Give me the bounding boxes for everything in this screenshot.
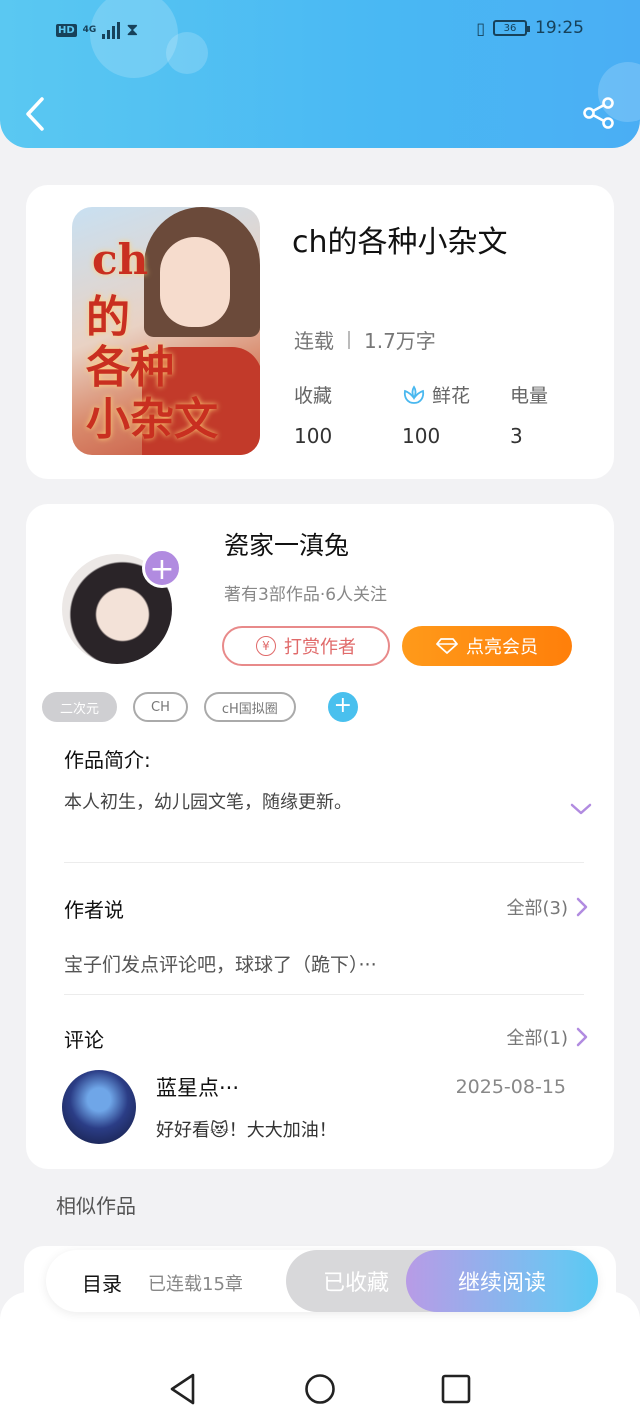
intro-title: 作品简介: bbox=[64, 748, 151, 772]
author-card: + 瓷家一滇兔 著有3部作品·6人关注 ¥ 打赏作者 点亮会员 二次元 CH c… bbox=[26, 504, 614, 1169]
nav-back-icon[interactable] bbox=[168, 1372, 198, 1406]
chevron-down-icon[interactable] bbox=[570, 802, 592, 816]
intro-text: 本人初生，幼儿园文笔，随缘更新。 bbox=[64, 792, 352, 813]
serial-status: 连载 bbox=[294, 329, 334, 353]
divider bbox=[348, 330, 350, 349]
stat-label: 电量 bbox=[510, 385, 549, 407]
tag-item[interactable]: 二次元 bbox=[42, 692, 118, 722]
hourglass-icon: ⧗ bbox=[126, 20, 139, 40]
chevron-right-icon bbox=[576, 897, 588, 917]
stat-value: 100 bbox=[294, 424, 333, 448]
commenter-name[interactable]: 蓝星点··· bbox=[156, 1072, 239, 1102]
similar-works-title: 相似作品 bbox=[56, 1194, 136, 1218]
book-stats: 收藏 100 鲜花 100 电量 3 bbox=[294, 381, 618, 448]
add-tag-icon[interactable]: + bbox=[327, 692, 358, 722]
toc-button[interactable]: 目录 bbox=[82, 1268, 122, 1297]
comments-all-link[interactable]: 全部(1) bbox=[507, 1024, 589, 1050]
flower-icon bbox=[403, 384, 425, 404]
book-info-card: ch 的 各种 小杂文 ch的各种小杂文 连载 1.7万字 收藏 100 鲜花 … bbox=[26, 185, 614, 479]
book-meta: 连载 1.7万字 bbox=[294, 325, 436, 354]
stat-flowers[interactable]: 鲜花 100 bbox=[402, 381, 510, 448]
tag-list: 二次元 CH cH国拟圈 + bbox=[42, 692, 358, 722]
comment-text[interactable]: 好好看😻！大大加油！ bbox=[156, 1116, 337, 1142]
chevron-right-icon bbox=[576, 1027, 588, 1047]
stat-value: 3 bbox=[510, 424, 523, 448]
yen-icon: ¥ bbox=[256, 636, 276, 656]
continue-reading-button[interactable]: 继续阅读 bbox=[406, 1250, 598, 1312]
vibrate-icon: ▯ bbox=[476, 18, 485, 38]
cover-title-line: 小杂文 bbox=[86, 394, 218, 445]
clock: 19:25 bbox=[535, 18, 584, 38]
tag-item[interactable]: cH国拟圈 bbox=[203, 692, 296, 722]
all-label: 全部(3) bbox=[506, 898, 569, 919]
commenter-avatar[interactable] bbox=[62, 1070, 136, 1144]
stat-label: 鲜花 bbox=[432, 385, 471, 407]
word-count: 1.7万字 bbox=[364, 329, 436, 353]
reward-label: 打赏作者 bbox=[284, 637, 356, 658]
cover-art bbox=[160, 237, 230, 327]
divider bbox=[64, 994, 584, 995]
battery-icon: 36 bbox=[493, 20, 530, 36]
stat-label: 收藏 bbox=[294, 385, 333, 407]
header: HD 4G ⧗ ▯ 36 19:25 bbox=[0, 0, 640, 148]
diamond-icon bbox=[436, 638, 458, 654]
stat-favorites: 收藏 100 bbox=[294, 381, 402, 448]
author-say-title: 作者说 bbox=[64, 898, 124, 922]
comments-title: 评论 bbox=[64, 1028, 104, 1052]
comment-date: 2025-08-15 bbox=[455, 1076, 566, 1098]
divider bbox=[64, 862, 584, 863]
author-say-text[interactable]: 宝子们发点评论吧，球球了（跪下）··· bbox=[64, 950, 377, 977]
nav-home-icon[interactable] bbox=[303, 1372, 337, 1406]
book-title: ch的各种小杂文 bbox=[292, 225, 508, 260]
book-cover[interactable]: ch 的 各种 小杂文 bbox=[72, 207, 260, 455]
signal-icon bbox=[102, 21, 121, 39]
author-name[interactable]: 瓷家一滇兔 bbox=[224, 526, 349, 562]
author-say-all-link[interactable]: 全部(3) bbox=[507, 894, 589, 920]
vip-button[interactable]: 点亮会员 bbox=[402, 626, 572, 666]
vip-label: 点亮会员 bbox=[466, 637, 538, 658]
all-label: 全部(1) bbox=[506, 1028, 569, 1049]
chevron-left-icon[interactable] bbox=[22, 94, 50, 134]
chapter-count: 已连载15章 bbox=[148, 1274, 243, 1295]
follow-plus-icon[interactable]: + bbox=[142, 548, 182, 588]
tag-item[interactable]: CH bbox=[133, 692, 188, 722]
cover-title-line: ch bbox=[92, 235, 149, 284]
stat-value: 100 bbox=[402, 424, 441, 448]
author-info: 著有3部作品·6人关注 bbox=[224, 585, 388, 605]
reward-author-button[interactable]: ¥ 打赏作者 bbox=[222, 626, 390, 666]
stat-power[interactable]: 电量 3 bbox=[510, 381, 618, 448]
status-bar: HD 4G ⧗ ▯ 36 19:25 bbox=[0, 14, 640, 50]
action-bar: 目录 已连载15章 已收藏 继续阅读 bbox=[46, 1250, 598, 1312]
hd-badge: HD bbox=[56, 23, 77, 37]
share-icon[interactable] bbox=[582, 96, 616, 130]
nav-recents-icon[interactable] bbox=[440, 1372, 472, 1406]
network-type: 4G bbox=[82, 25, 97, 35]
